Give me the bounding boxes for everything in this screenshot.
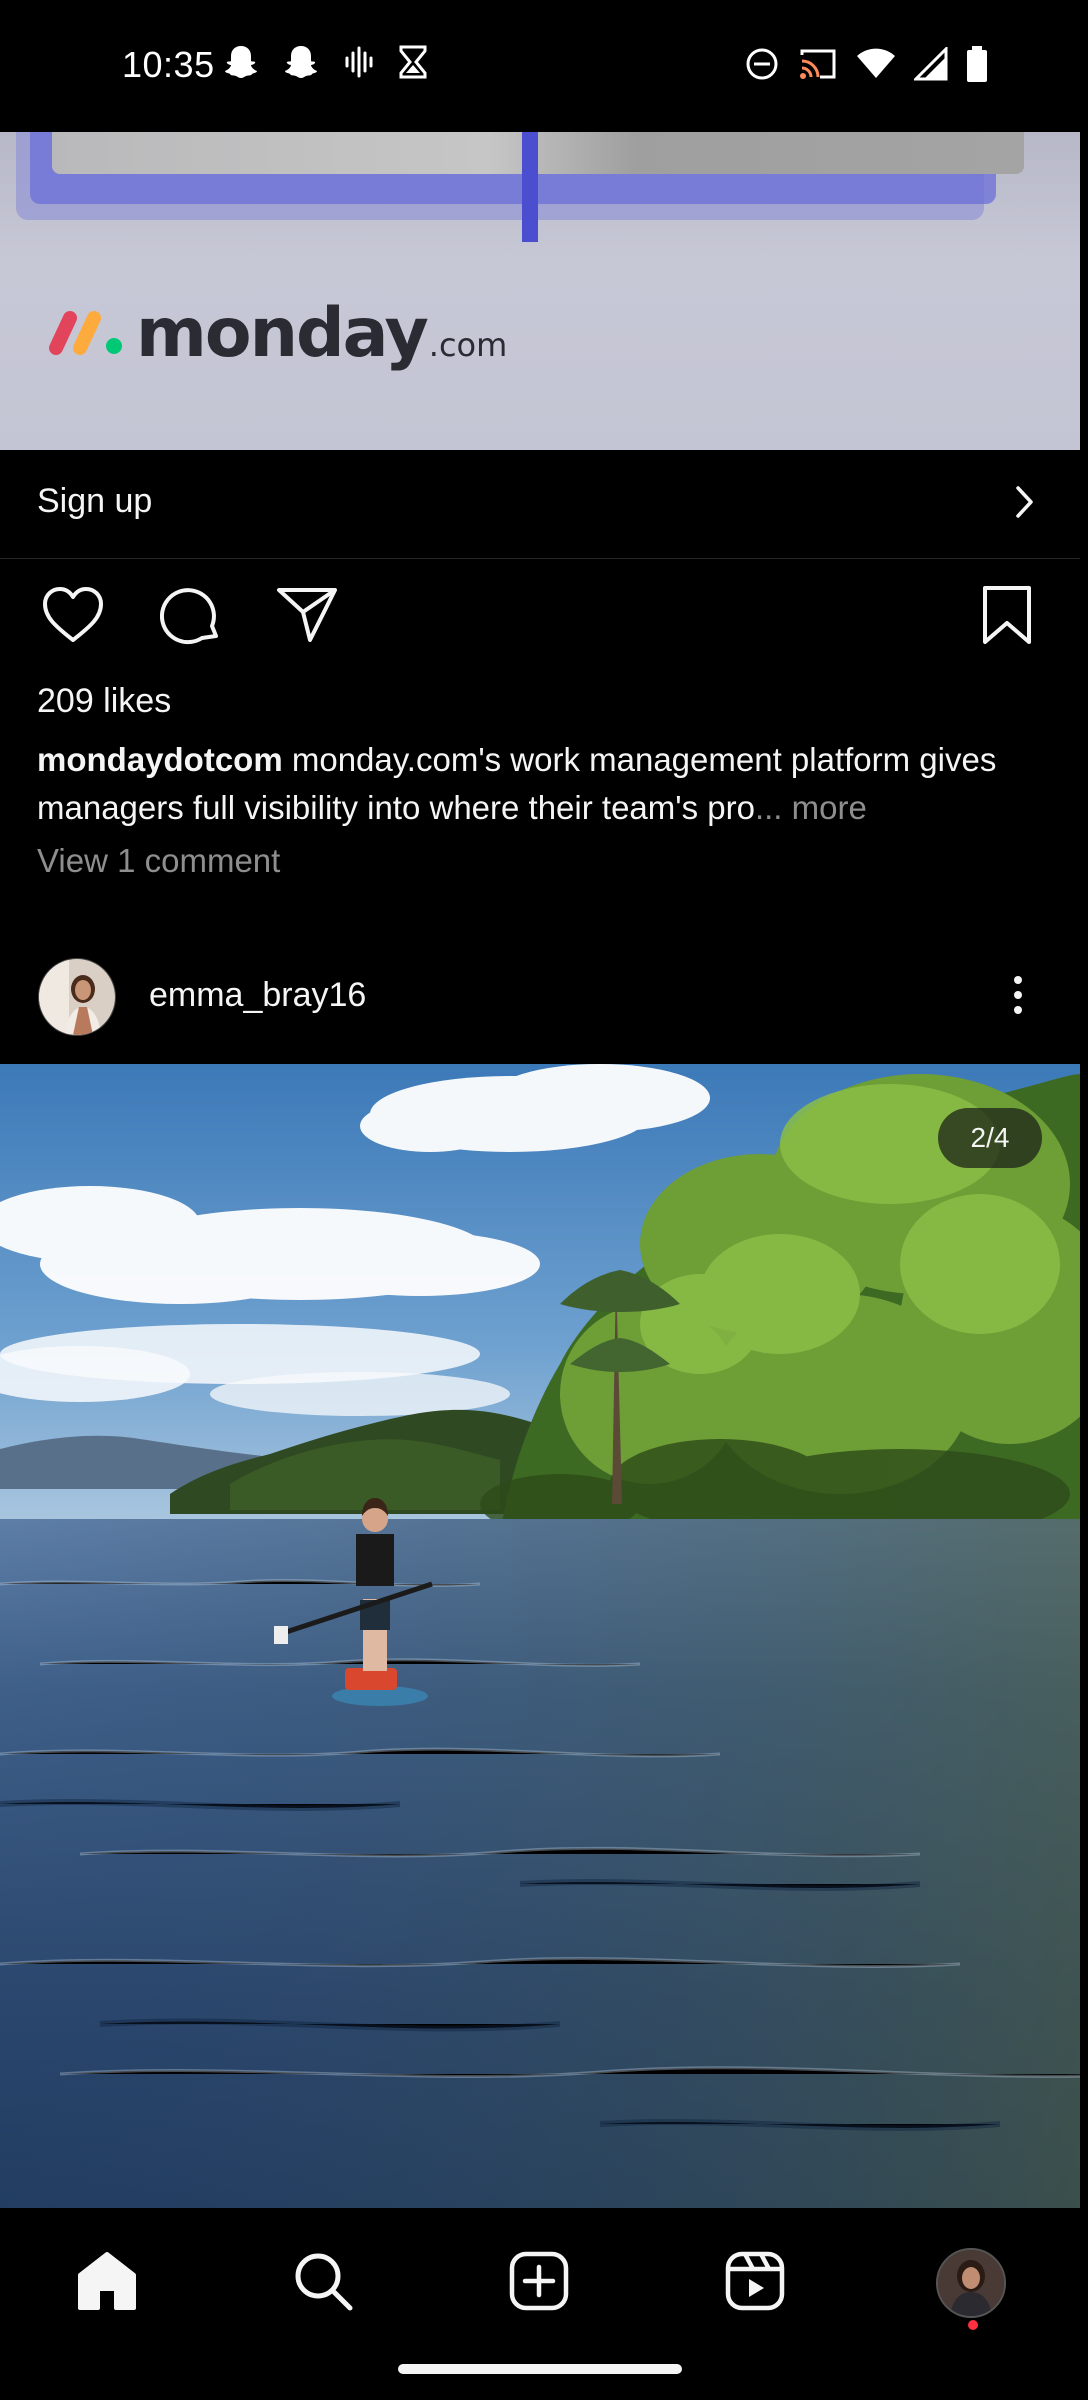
like-button[interactable] <box>36 580 110 654</box>
nav-home[interactable] <box>62 2238 152 2328</box>
post-header: emma_bray16 <box>0 950 1080 1042</box>
heart-icon <box>41 586 105 649</box>
cellular-signal-icon <box>914 47 948 81</box>
status-time: 10:35 <box>122 44 215 85</box>
monday-logo-word: monday <box>136 294 429 373</box>
home-icon <box>76 2251 138 2316</box>
more-vertical-icon <box>1013 975 1023 1020</box>
snapchat-icon <box>222 44 260 80</box>
profile-avatar <box>936 2248 1006 2318</box>
ad-graphic-bar <box>522 132 538 242</box>
monday-logo-mark-icon <box>48 308 126 356</box>
notification-dot <box>968 2320 978 2330</box>
monday-logo-suffix: .com <box>428 326 508 364</box>
share-icon <box>276 586 338 649</box>
save-button[interactable] <box>970 580 1044 654</box>
post-username[interactable]: emma_bray16 <box>149 976 366 1015</box>
status-system-icons <box>744 46 988 82</box>
reels-icon <box>725 2251 785 2316</box>
voice-recording-icon <box>342 45 376 79</box>
home-indicator[interactable] <box>398 2364 682 2374</box>
caption-username[interactable]: mondaydotcom <box>37 741 283 778</box>
view-comments-link[interactable]: View 1 comment <box>37 842 280 880</box>
wifi-icon <box>856 48 896 80</box>
chevron-right-icon <box>1014 484 1036 525</box>
hourglass-icon <box>398 45 428 79</box>
likes-count[interactable]: 209 likes <box>37 682 171 721</box>
cast-icon <box>798 47 838 81</box>
nav-profile[interactable] <box>926 2238 1016 2328</box>
more-options-button[interactable] <box>996 972 1040 1022</box>
do-not-disturb-icon <box>744 46 780 82</box>
nav-create[interactable] <box>494 2238 584 2328</box>
sign-up-cta[interactable]: Sign up <box>0 450 1080 559</box>
nav-search[interactable] <box>278 2238 368 2328</box>
comment-button[interactable] <box>154 580 228 654</box>
ad-image[interactable]: monday .com <box>0 132 1080 450</box>
status-bar: 10:35 <box>0 0 1088 132</box>
image-counter: 2/4 <box>938 1108 1042 1168</box>
status-notification-icons <box>222 44 428 80</box>
create-icon <box>509 2251 569 2316</box>
monday-logo: monday .com <box>48 300 507 368</box>
post-image[interactable]: 2/4 <box>0 1064 1080 2208</box>
search-icon <box>292 2250 354 2317</box>
post-actions <box>0 580 1080 660</box>
avatar[interactable] <box>38 958 116 1036</box>
bookmark-icon <box>981 585 1033 650</box>
caption-more-link[interactable]: ... more <box>755 789 867 826</box>
snapchat-icon <box>282 44 320 80</box>
post-caption[interactable]: mondaydotcom monday.com's work managemen… <box>37 736 1047 832</box>
ad-graphic-card <box>52 132 1024 174</box>
comment-icon <box>159 584 222 651</box>
share-button[interactable] <box>270 580 344 654</box>
nav-reels[interactable] <box>710 2238 800 2328</box>
sign-up-label: Sign up <box>37 482 153 520</box>
battery-icon <box>966 46 988 82</box>
